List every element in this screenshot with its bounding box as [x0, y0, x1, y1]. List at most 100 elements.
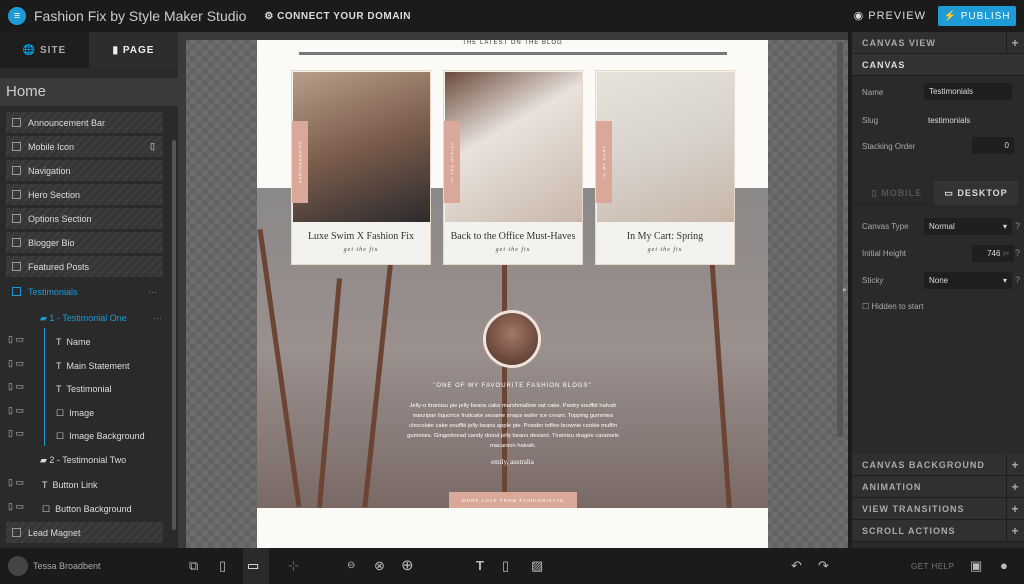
hidden-to-start-checkbox[interactable]: ☐ Hidden to start — [862, 302, 923, 311]
caret-down-icon: ▾ — [1002, 276, 1007, 285]
layer-image[interactable]: ☐ Image — [56, 403, 94, 423]
left-scrollbar[interactable] — [172, 140, 176, 530]
page-icon: ▮ — [112, 44, 123, 56]
caret-down-icon: ▾ — [1002, 222, 1007, 231]
layer-testimonial[interactable]: T Testimonial — [56, 379, 112, 399]
plus-icon[interactable]: + — [1006, 520, 1024, 542]
canvas-view-header[interactable]: CANVAS VIEW + — [852, 32, 1024, 54]
section-label: Blogger Bio — [28, 237, 75, 248]
section-navigation[interactable]: Navigation — [6, 160, 163, 181]
checkbox-icon: ☐ — [862, 302, 872, 311]
add-text-icon[interactable]: T — [476, 558, 484, 573]
collapse-arrow-icon[interactable]: ▸ — [843, 285, 847, 294]
grid-icon[interactable]: ⊹ — [288, 558, 299, 574]
post-image — [597, 72, 734, 222]
group-testimonial-two[interactable]: ▰ 2 - Testimonial Two — [40, 450, 126, 470]
section-announcement-bar[interactable]: Announcement Bar — [6, 112, 163, 133]
help-icon[interactable]: ? — [1015, 275, 1020, 285]
section-lead-magnet[interactable]: Lead Magnet — [6, 522, 163, 543]
undo-icon[interactable]: ↶ — [791, 558, 802, 574]
tab-page[interactable]: ▮ PAGE — [89, 32, 178, 68]
animation-header[interactable]: ANIMATION + — [852, 476, 1024, 498]
section-options[interactable]: Options Section — [6, 208, 163, 229]
publish-button[interactable]: ⚡ PUBLISH — [938, 6, 1016, 26]
canvas-background-header[interactable]: CANVAS BACKGROUND + — [852, 454, 1024, 476]
section-label: Testimonials — [28, 286, 78, 297]
canvas-scrollbar[interactable] — [837, 42, 843, 437]
stacking-order-input[interactable]: 0 — [972, 137, 1014, 154]
docs-icon[interactable]: ▣ — [970, 558, 982, 574]
right-panel: CANVAS VIEW + CANVAS Name Testimonials Sl… — [852, 32, 1024, 548]
blog-card[interactable]: PARTNERSHIPS Luxe Swim X Fashion Fix get… — [291, 70, 431, 265]
section-mobile-icon[interactable]: Mobile Icon ▯ — [6, 136, 163, 157]
zoom-reset-icon[interactable]: ⊗ — [374, 558, 385, 574]
help-icon[interactable]: ? — [1015, 248, 1020, 258]
post-link[interactable]: get the fix — [596, 247, 734, 253]
section-blogger-bio[interactable]: Blogger Bio — [6, 232, 163, 253]
group-testimonial-one[interactable]: ▰ 1 - Testimonial One ··· — [40, 308, 162, 328]
section-label: Featured Posts — [28, 261, 90, 272]
layer-button-link[interactable]: T Button Link — [42, 475, 98, 495]
blog-card[interactable]: IN MY CART In My Cart: Spring get the fi… — [595, 70, 735, 265]
add-image-icon[interactable]: ▨ — [531, 558, 543, 574]
layer-name[interactable]: T Name — [56, 332, 91, 352]
responsive-view-icon[interactable]: ⧉ — [189, 558, 198, 574]
view-transitions-header[interactable]: VIEW TRANSITIONS + — [852, 498, 1024, 520]
post-link[interactable]: get the fix — [292, 247, 430, 253]
section-label: Options Section — [28, 213, 92, 224]
add-box-icon[interactable]: ▯ — [502, 558, 509, 574]
section-icon — [12, 142, 21, 151]
more-love-button[interactable]: MORE LOVE FROM FASHIONISTAS — [449, 492, 577, 508]
select-value: Normal — [929, 222, 955, 231]
tab-desktop[interactable]: ▭ DESKTOP — [934, 181, 1018, 205]
palm-tree-image — [316, 278, 343, 508]
connect-domain-link[interactable]: ⚙ CONNECT YOUR DOMAIN — [264, 11, 411, 22]
plus-icon[interactable]: + — [1006, 476, 1024, 498]
layer-label: Button Link — [52, 480, 98, 490]
zoom-out-icon[interactable]: ⊖ — [347, 560, 355, 571]
layer-image-background[interactable]: ☐ Image Background — [56, 426, 145, 446]
canvas-header[interactable]: CANVAS — [852, 54, 1024, 76]
layer-label: Image — [69, 408, 95, 418]
more-icon[interactable]: ··· — [148, 287, 157, 297]
desktop-view-icon[interactable]: ▭ — [243, 548, 269, 584]
tab-site[interactable]: 🌐 SITE — [0, 32, 89, 68]
section-hero[interactable]: Hero Section — [6, 184, 163, 205]
user-avatar[interactable] — [8, 556, 28, 576]
help-chat-icon[interactable]: ● — [1000, 558, 1008, 573]
plus-icon[interactable]: + — [1006, 454, 1024, 476]
preview-button[interactable]: ◉ PREVIEW — [854, 9, 926, 22]
scroll-actions-header[interactable]: SCROLL ACTIONS + — [852, 520, 1024, 542]
section-featured-posts[interactable]: Featured Posts — [6, 256, 163, 277]
sticky-select[interactable]: None ▾ — [924, 272, 1012, 289]
canvas-type-label: Canvas Type — [862, 222, 909, 231]
redo-icon[interactable]: ↷ — [818, 558, 829, 574]
tree-line — [44, 328, 45, 446]
section-icon — [12, 238, 21, 247]
get-help-link[interactable]: GET HELP — [911, 562, 954, 571]
plus-icon[interactable]: + — [1006, 32, 1024, 54]
post-title: Back to the Office Must-Haves — [450, 231, 576, 242]
blog-card[interactable]: IN THE OFFICE Back to the Office Must-Ha… — [443, 70, 583, 265]
help-icon[interactable]: ? — [1015, 221, 1020, 231]
canvas-type-select[interactable]: Normal ▾ — [924, 218, 1012, 235]
page-selector[interactable]: Home — [0, 78, 178, 106]
tab-mobile[interactable]: ▯ MOBILE — [862, 181, 932, 205]
section-testimonials[interactable]: Testimonials ··· — [6, 281, 163, 302]
testimonial-statement: "ONE OF MY FAVOURITE FASHION BLOGS" — [433, 383, 592, 389]
mobile-view-icon[interactable]: ▯ — [219, 558, 226, 574]
more-icon[interactable]: ··· — [153, 313, 162, 323]
text-icon: T — [56, 361, 67, 371]
device-icons: ▯ ▭ — [8, 334, 24, 344]
post-link[interactable]: get the fix — [444, 247, 582, 253]
zoom-in-icon[interactable]: ⊕ — [401, 556, 414, 574]
group-label: 1 - Testimonial One — [49, 313, 127, 323]
layer-button-background[interactable]: ☐ Button Background — [42, 499, 132, 519]
slug-label: Slug — [862, 116, 879, 125]
plus-icon[interactable]: + — [1006, 498, 1024, 520]
name-input[interactable]: Testimonials — [924, 83, 1012, 100]
initial-height-input[interactable]: 746 px — [972, 245, 1014, 262]
section-icon — [12, 287, 21, 296]
layer-main-statement[interactable]: T Main Statement — [56, 356, 130, 376]
text-icon: T — [56, 384, 67, 394]
